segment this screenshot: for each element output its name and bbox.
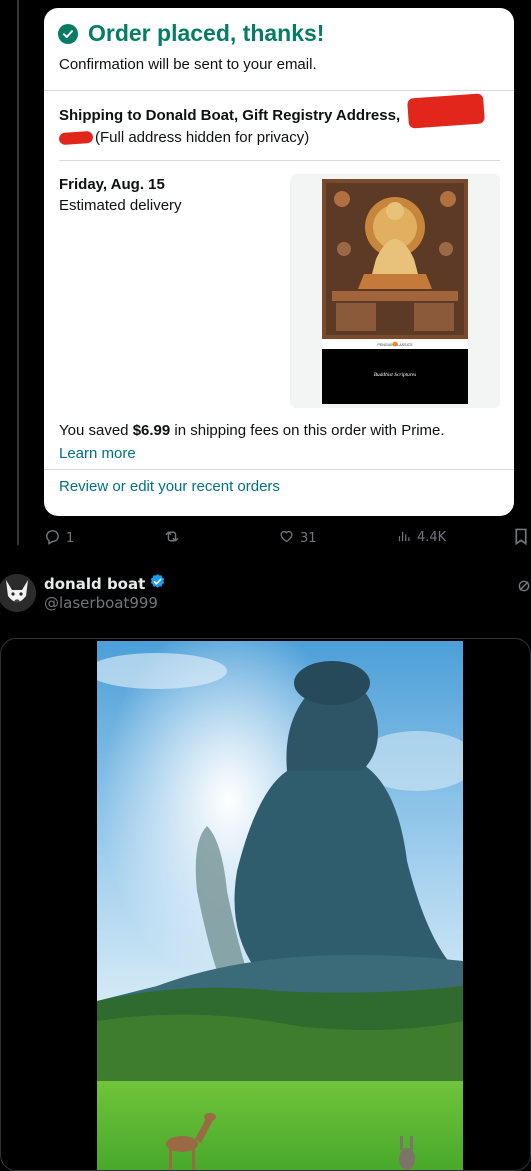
like-button[interactable]: 31 (278, 528, 317, 548)
check-icon (58, 23, 78, 44)
delivery-date: Friday, Aug. 15 (59, 176, 165, 193)
verified-icon (149, 573, 166, 594)
book-title: Buddhist Scriptures (374, 372, 416, 378)
views-icon (397, 528, 412, 547)
reply-button[interactable]: 1 (44, 528, 74, 549)
divider (44, 469, 514, 470)
order-confirmation-card[interactable]: Order placed, thanks! Confirmation will … (44, 8, 514, 516)
avatar[interactable] (0, 574, 36, 612)
confirmation-text: Confirmation will be sent to your email. (59, 56, 317, 73)
shipping-address: Shipping to Donald Boat, Gift Registry A… (59, 107, 401, 124)
post-media[interactable] (0, 638, 531, 1171)
redaction-mark (407, 93, 486, 129)
savings-text: You saved $6.99 in shipping fees on this… (59, 422, 445, 439)
review-orders-link[interactable]: Review or edit your recent orders (59, 478, 280, 495)
saved-amount: $6.99 (132, 422, 171, 439)
buddha-statue-image (97, 641, 463, 1170)
shipping-note: (Full address hidden for privacy) (95, 129, 310, 146)
repost-icon (163, 528, 181, 549)
thread-line (17, 0, 19, 545)
divider (59, 160, 500, 161)
views-count: 4.4K (417, 530, 447, 545)
reply-icon (44, 528, 61, 549)
learn-more-link[interactable]: Learn more (59, 445, 136, 462)
like-icon (278, 528, 295, 548)
book-cover: PENGUIN CLASSICS Buddhist Scriptures (322, 179, 468, 404)
bookmark-button[interactable] (514, 528, 528, 549)
author-name[interactable]: donald boat (44, 575, 145, 593)
author-name-row[interactable]: donald boat (44, 573, 166, 594)
product-thumbnail[interactable]: PENGUIN CLASSICS Buddhist Scriptures (290, 174, 500, 408)
reply-count: 1 (66, 531, 75, 546)
views-button[interactable]: 4.4K (397, 528, 446, 547)
redaction-mark (58, 130, 94, 146)
order-header: Order placed, thanks! (58, 20, 324, 47)
repost-button[interactable] (163, 528, 186, 549)
order-title: Order placed, thanks! (88, 20, 325, 46)
bookmark-icon (514, 528, 528, 549)
like-count: 31 (300, 530, 317, 546)
delivery-label: Estimated delivery (59, 197, 182, 214)
more-icon[interactable] (517, 578, 531, 597)
shipping-info: Shipping to Donald Boat, Gift Registry A… (58, 93, 499, 149)
post-action-bar: 1 31 4.4K (44, 528, 531, 552)
divider (44, 90, 514, 91)
author-handle[interactable]: @laserboat999 (44, 594, 158, 612)
